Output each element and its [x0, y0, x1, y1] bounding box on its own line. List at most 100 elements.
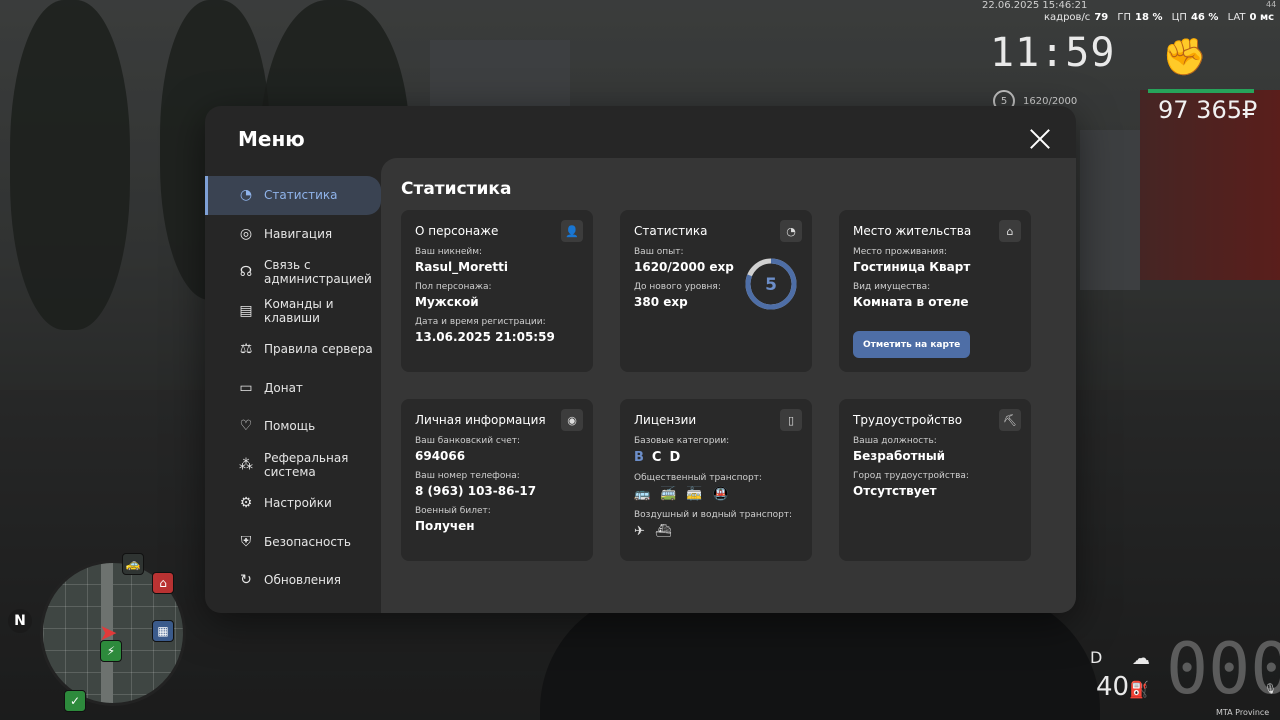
- user-circle-icon: ◉: [561, 409, 583, 431]
- sidebar-item-label: Безопасность: [264, 534, 351, 549]
- gender-label: Пол персонажа:: [415, 282, 492, 292]
- bank-label: Ваш банковский счет:: [415, 436, 521, 446]
- sidebar-item-donate[interactable]: ▭ Донат: [205, 369, 381, 408]
- pie-chart-icon: ◔: [780, 220, 802, 242]
- property-type-value: Комната в отеле: [853, 295, 969, 309]
- license-categories: B C D: [634, 450, 798, 465]
- hud-corner-number: 44: [1266, 0, 1277, 9]
- sidebar-item-label: Правила сервера: [264, 342, 373, 357]
- phone-label: Ваш номер телефона:: [415, 471, 520, 481]
- category-d: D: [669, 450, 681, 465]
- sidebar: ◔ Статистика ◎ Навигация ☊ Связь с админ…: [205, 176, 381, 600]
- category-b: B: [634, 450, 644, 465]
- card-employment: Трудоустройство ⛏ Ваша должность: Безраб…: [839, 399, 1031, 561]
- compass-icon: ◎: [239, 225, 253, 242]
- garage-marker-icon: ⌂: [152, 572, 174, 594]
- sidebar-item-referral[interactable]: ⁂ Реферальная система: [205, 446, 381, 485]
- base-categories-label: Базовые категории:: [634, 436, 730, 446]
- taxi-marker-icon: 🚕: [122, 553, 144, 575]
- gear-icon: ⚙: [239, 495, 253, 512]
- trolleybus-icon: 🚎: [660, 487, 677, 502]
- card-title: Личная информация: [415, 413, 546, 427]
- card-title: О персонаже: [415, 224, 499, 238]
- fuel-icon: ⛽: [1129, 680, 1150, 699]
- exp-label: Ваш опыт:: [634, 247, 684, 257]
- handshake-icon: ♡: [239, 418, 253, 435]
- employment-city-value: Отсутствует: [853, 484, 937, 498]
- public-transport-label: Общественный транспорт:: [634, 473, 762, 483]
- nickname-label: Ваш никнейм:: [415, 247, 483, 257]
- hud-speed: 000: [1166, 628, 1280, 710]
- sidebar-item-help[interactable]: ♡ Помощь: [205, 407, 381, 446]
- tram-icon: 🚋: [686, 487, 703, 502]
- mark-on-map-button[interactable]: Отметить на карте: [853, 331, 971, 358]
- employment-city-label: Город трудоустройства:: [853, 471, 969, 481]
- phone-value: 8 (963) 103-86-17: [415, 484, 537, 498]
- sidebar-item-label: Помощь: [264, 419, 316, 434]
- sidebar-item-navigation[interactable]: ◎ Навигация: [205, 215, 381, 254]
- north-icon: N: [8, 609, 32, 633]
- level-progress-ring: 5: [745, 258, 797, 310]
- position-value: Безработный: [853, 449, 946, 463]
- level-value: 5: [765, 275, 777, 295]
- content-panel: Статистика О персонаже 👤 Ваш никнейм: Ra…: [381, 158, 1076, 613]
- sidebar-item-label: Команды и клавиши: [264, 296, 334, 325]
- sidebar-item-label: Донат: [264, 380, 303, 395]
- air-water-transport-icons: ✈ ⛴: [634, 524, 798, 539]
- hud-fuel: 40⛽: [1096, 672, 1150, 702]
- sidebar-item-settings[interactable]: ⚙ Настройки: [205, 484, 381, 523]
- sidebar-item-label: Связь с администрацией: [264, 258, 372, 287]
- menu-window: Меню ◔ Статистика ◎ Навигация ☊ Связь с …: [205, 106, 1076, 613]
- fuel-marker-icon: ⚡: [100, 640, 122, 662]
- military-label: Военный билет:: [415, 506, 491, 516]
- close-button[interactable]: [1029, 128, 1051, 150]
- id-card-icon: ▯: [780, 409, 802, 431]
- hud-clock: 11:59: [990, 30, 1116, 76]
- sidebar-item-label: Настройки: [264, 496, 332, 511]
- headset-icon: ☊: [239, 264, 253, 281]
- hud-gear: D: [1090, 648, 1103, 667]
- cloud-icon: ☁: [1132, 648, 1150, 669]
- house-icon: ⌂: [999, 220, 1021, 242]
- property-type-label: Вид имущества:: [853, 282, 931, 292]
- refresh-check-icon: ↻: [240, 572, 252, 589]
- microphone-icon: 🎙: [1264, 684, 1277, 695]
- plane-icon: ✈: [634, 524, 645, 539]
- menu-title: Меню: [238, 127, 305, 151]
- public-transport-icons: 🚌 🚎 🚋 🚇: [634, 487, 798, 502]
- network-icon: ⁂: [239, 456, 253, 473]
- page-title: Статистика: [401, 179, 512, 199]
- card-title: Место жительства: [853, 224, 972, 238]
- building-marker-icon: ▦: [152, 620, 174, 642]
- card-personal-info: Личная информация ◉ Ваш банковский счет:…: [401, 399, 593, 561]
- position-label: Ваша должность:: [853, 436, 937, 446]
- gender-value: Мужской: [415, 295, 479, 309]
- hud-money: 97 365₽: [1158, 96, 1258, 124]
- military-value: Получен: [415, 519, 475, 533]
- document-icon: ▤: [239, 302, 253, 319]
- pie-chart-icon: ◔: [239, 187, 253, 204]
- sidebar-item-commands[interactable]: ▤ Команды и клавиши: [205, 292, 381, 331]
- air-water-transport-label: Воздушный и водный транспорт:: [634, 510, 793, 520]
- card-about-character: О персонаже 👤 Ваш никнейм: Rasul_Moretti…: [401, 210, 593, 372]
- sidebar-item-label: Реферальная система: [264, 450, 349, 479]
- pickaxe-icon: ⛏: [999, 409, 1021, 431]
- shop-marker-icon: ✓: [64, 690, 86, 712]
- card-title: Трудоустройство: [853, 413, 963, 427]
- category-c: C: [651, 450, 662, 465]
- card-licenses: Лицензии ▯ Базовые категории: B C D Обще…: [620, 399, 812, 561]
- metro-icon: 🚇: [712, 487, 729, 502]
- user-icon: 👤: [561, 220, 583, 242]
- sidebar-item-admin-contact[interactable]: ☊ Связь с администрацией: [205, 253, 381, 292]
- registration-label: Дата и время регистрации:: [415, 317, 546, 327]
- sidebar-item-updates[interactable]: ↻ Обновления: [205, 561, 381, 600]
- shield-icon: ⛨: [240, 533, 252, 550]
- card-title: Статистика: [634, 224, 708, 238]
- card-title: Лицензии: [634, 413, 697, 427]
- sidebar-item-statistics[interactable]: ◔ Статистика: [205, 176, 381, 215]
- residence-place-value: Гостиница Кварт: [853, 260, 971, 274]
- sidebar-item-security[interactable]: ⛨ Безопасность: [205, 523, 381, 562]
- nickname-value: Rasul_Moretti: [415, 260, 508, 274]
- sidebar-item-rules[interactable]: ⚖ Правила сервера: [205, 330, 381, 369]
- bank-value: 694066: [415, 449, 466, 463]
